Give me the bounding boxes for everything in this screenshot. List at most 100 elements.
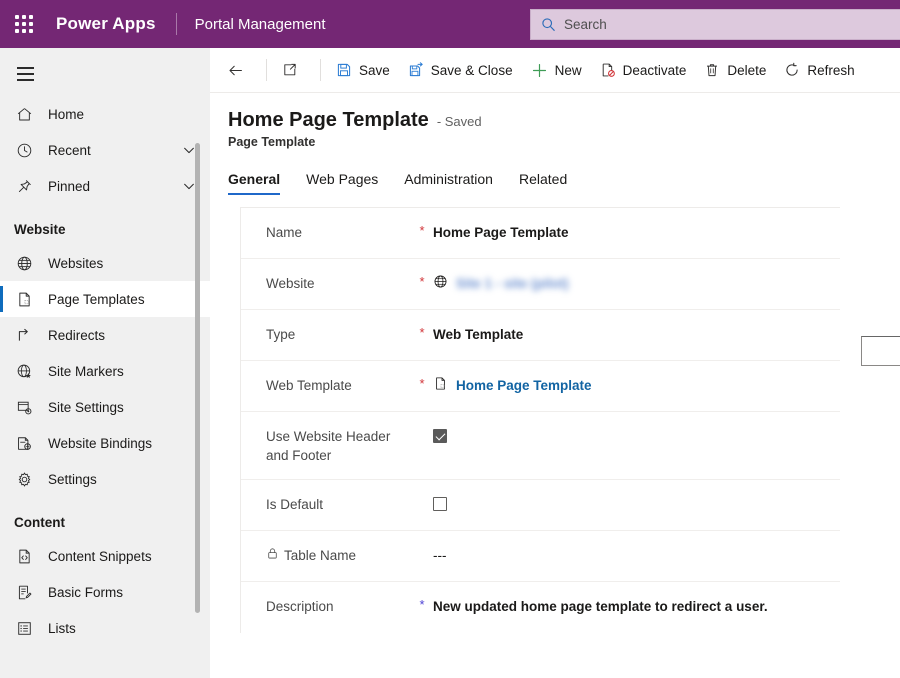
sidebar-item-label: Settings (48, 471, 97, 487)
app-name-label[interactable]: Portal Management (195, 16, 326, 33)
brand-title[interactable]: Power Apps (56, 14, 156, 34)
field-value-name[interactable]: Home Page Template (433, 223, 840, 242)
command-divider (266, 59, 267, 81)
sidebar-item-label: Websites (48, 255, 104, 271)
sidebar-item-basic-forms[interactable]: Basic Forms (0, 574, 210, 610)
search-input[interactable] (564, 17, 884, 32)
globe-icon (433, 274, 448, 289)
use-website-header-footer-checkbox[interactable] (433, 429, 447, 443)
form-edit-icon (14, 582, 34, 602)
back-arrow-icon (227, 62, 244, 79)
sidebar-scrollbar[interactable] (195, 143, 200, 613)
required-indicator: * (419, 597, 425, 612)
sidebar-item-pinned[interactable]: Pinned (0, 168, 210, 204)
search-icon (541, 17, 556, 32)
sidebar-item-content-snippets[interactable]: Content Snippets (0, 538, 210, 574)
field-value-web-template[interactable]: Home Page Template (433, 376, 840, 395)
brand-divider (175, 13, 177, 35)
tab-related[interactable]: Related (519, 167, 567, 195)
redirect-arrow-icon (14, 325, 34, 345)
sidebar-item-label: Content Snippets (48, 548, 152, 564)
deactivate-icon (600, 62, 616, 78)
list-icon (14, 618, 34, 638)
field-value-website[interactable]: Site 1 - site (pilot) (433, 274, 840, 293)
hamburger-menu-icon[interactable] (0, 52, 50, 96)
sidebar-item-label: Recent (48, 142, 91, 158)
command-label: New (554, 62, 582, 78)
sidebar-item-lists[interactable]: Lists (0, 610, 210, 646)
trash-icon (704, 62, 720, 78)
command-label: Deactivate (622, 62, 687, 78)
chevron-down-icon[interactable] (182, 179, 196, 193)
form-row-name: Name * Home Page Template (241, 208, 840, 259)
sidebar-item-page-templates[interactable]: Page Templates (0, 281, 210, 317)
tab-general[interactable]: General (228, 167, 281, 195)
open-in-new-window-icon (282, 62, 298, 78)
sidebar-item-recent[interactable]: Recent (0, 132, 210, 168)
field-label: Description (266, 599, 334, 614)
save-disk-icon (336, 62, 352, 78)
tab-administration[interactable]: Administration (404, 167, 493, 195)
sidebar-item-label: Lists (48, 620, 76, 636)
global-search-box[interactable] (530, 9, 900, 40)
form-row-website: Website * Site 1 - site (pilot) (241, 259, 840, 310)
save-and-close-icon (408, 62, 424, 78)
command-label: Delete (727, 62, 767, 78)
tab-web-pages[interactable]: Web Pages (306, 167, 378, 195)
sidebar-item-site-settings[interactable]: Site Settings (0, 389, 210, 425)
sidebar-group-content: Content (14, 515, 65, 530)
save-and-close-button[interactable]: Save & Close (399, 48, 522, 93)
waffle-grid-icon (15, 15, 33, 33)
field-label: Use Website Header and Footer (266, 429, 391, 463)
back-button[interactable] (218, 48, 260, 93)
sidebar-item-label: Redirects (48, 327, 106, 343)
refresh-button[interactable]: Refresh (775, 48, 863, 93)
site-settings-icon (14, 397, 34, 417)
refresh-icon (784, 62, 800, 78)
command-label: Save & Close (430, 62, 513, 78)
form-row-is-default: Is Default (241, 480, 840, 531)
sidebar-item-home[interactable]: Home (0, 96, 210, 132)
page-template-icon (14, 289, 34, 309)
sidebar-scroll-area: Home Recent Pinned Website Websites Page… (0, 96, 210, 646)
is-default-checkbox[interactable] (433, 497, 447, 511)
website-bindings-icon (14, 433, 34, 453)
web-template-link[interactable]: Home Page Template (456, 376, 592, 395)
pin-icon (14, 176, 34, 196)
sidebar-item-label: Website Bindings (48, 435, 153, 451)
command-divider (320, 59, 321, 81)
sidebar-item-label: Home (48, 106, 85, 122)
sidebar-item-redirects[interactable]: Redirects (0, 317, 210, 353)
form-row-type: Type * Web Template (241, 310, 840, 361)
required-indicator: * (419, 223, 425, 238)
field-label: Web Template (266, 378, 352, 393)
required-indicator: * (419, 325, 425, 340)
sidebar-item-label: Site Settings (48, 399, 124, 415)
sidebar-item-website-bindings[interactable]: Website Bindings (0, 425, 210, 461)
page-title: Home Page Template (228, 109, 429, 131)
globe-icon (14, 253, 34, 273)
left-navigation-sidebar: Home Recent Pinned Website Websites Page… (0, 48, 210, 678)
command-label: Refresh (807, 62, 855, 78)
table-name-side-input[interactable] (861, 336, 900, 366)
field-value-type[interactable]: Web Template (433, 325, 840, 344)
field-value-website-redacted: Site 1 - site (pilot) (456, 276, 569, 291)
field-value-description[interactable]: New updated home page template to redire… (433, 597, 840, 616)
deactivate-button[interactable]: Deactivate (591, 48, 696, 93)
sidebar-group-website: Website (14, 222, 66, 237)
chevron-down-icon[interactable] (182, 143, 196, 157)
main-content-area: Save Save & Close New Deactivate Delete … (210, 48, 900, 678)
save-button[interactable]: Save (327, 48, 399, 93)
sidebar-item-websites[interactable]: Websites (0, 245, 210, 281)
command-label: Save (359, 62, 390, 78)
sidebar-item-site-markers[interactable]: Site Markers (0, 353, 210, 389)
new-button[interactable]: New (522, 48, 591, 93)
waffle-menu-button[interactable] (0, 0, 48, 48)
sidebar-item-settings[interactable]: Settings (0, 461, 210, 497)
form-row-web-template: Web Template * Home Page Template (241, 361, 840, 412)
form-tab-list: General Web Pages Administration Related (228, 167, 900, 195)
delete-button[interactable]: Delete (695, 48, 775, 93)
field-label: Website (266, 276, 315, 291)
general-form-card: Name * Home Page Template Website * Site… (240, 207, 900, 633)
open-in-new-window-button[interactable] (273, 48, 314, 93)
